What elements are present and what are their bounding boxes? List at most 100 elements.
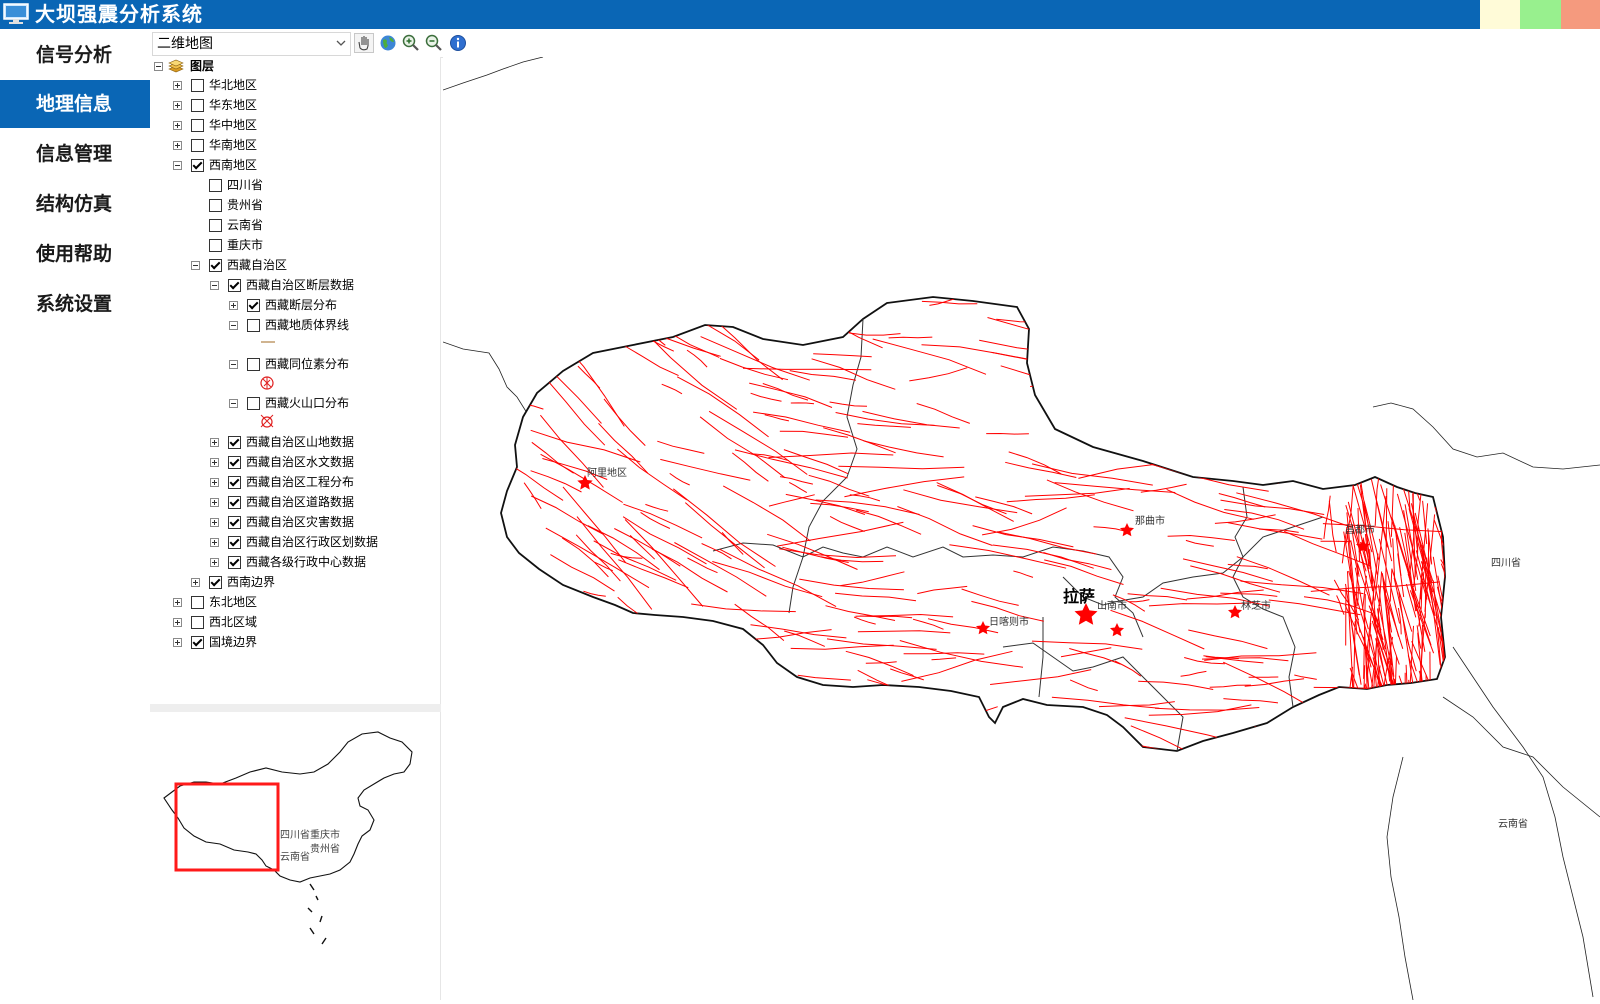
expand-icon[interactable] xyxy=(173,618,182,627)
layer-checkbox[interactable] xyxy=(191,159,204,172)
nav-signal-analysis[interactable]: 信号分析 xyxy=(0,31,150,79)
expand-icon[interactable] xyxy=(191,578,200,587)
fault-line xyxy=(1186,318,1288,350)
layer-checkbox[interactable] xyxy=(228,456,241,469)
fault-line xyxy=(1252,415,1357,419)
layer-checkbox[interactable] xyxy=(228,436,241,449)
fault-line xyxy=(1211,322,1279,363)
layer-checkbox[interactable] xyxy=(247,299,260,312)
fault-line xyxy=(1434,306,1446,363)
layers-icon xyxy=(168,59,184,73)
window-swatch-green[interactable] xyxy=(1520,0,1561,29)
collapse-icon[interactable] xyxy=(229,360,238,369)
layer-checkbox[interactable] xyxy=(191,139,204,152)
expand-icon[interactable] xyxy=(210,518,219,527)
overview-map[interactable]: 四川省重庆市 贵州省 云南省 xyxy=(150,712,441,1000)
expand-icon[interactable] xyxy=(173,598,182,607)
fault-line xyxy=(1444,321,1447,348)
layer-checkbox[interactable] xyxy=(228,476,241,489)
layer-checkbox[interactable] xyxy=(228,536,241,549)
fault-line xyxy=(1162,433,1270,440)
info-icon[interactable] xyxy=(448,33,468,53)
layer-checkbox[interactable] xyxy=(209,199,222,212)
expand-icon[interactable] xyxy=(210,458,219,467)
fault-line xyxy=(1364,689,1373,740)
fault-line xyxy=(514,645,603,683)
layer-checkbox[interactable] xyxy=(247,319,260,332)
map-mode-select[interactable]: 二维地图 xyxy=(152,32,351,56)
window-swatch-orange[interactable] xyxy=(1561,0,1600,29)
fault-line xyxy=(1308,740,1361,755)
layer-checkbox[interactable] xyxy=(247,397,260,410)
expand-icon[interactable] xyxy=(210,498,219,507)
layer-checkbox[interactable] xyxy=(247,358,260,371)
expand-icon[interactable] xyxy=(229,301,238,310)
nav-structure-simulation[interactable]: 结构仿真 xyxy=(0,180,150,228)
fault-line xyxy=(579,714,636,741)
layer-checkbox[interactable] xyxy=(209,179,222,192)
layer-label: 西藏自治区灾害数据 xyxy=(246,513,354,532)
layer-checkbox[interactable] xyxy=(228,556,241,569)
fault-line xyxy=(1409,680,1415,767)
layer-checkbox[interactable] xyxy=(191,119,204,132)
fault-line xyxy=(1257,472,1351,479)
zoom-in-icon[interactable] xyxy=(401,33,421,53)
nav-geo-info[interactable]: 地理信息 xyxy=(0,80,150,128)
fault-line xyxy=(1033,334,1064,335)
fault-line xyxy=(1197,372,1289,394)
isotope-symbol-icon xyxy=(259,375,275,391)
collapse-icon[interactable] xyxy=(173,161,182,170)
fault-line xyxy=(995,735,1041,736)
globe-icon[interactable] xyxy=(378,33,398,53)
pan-hand-icon[interactable] xyxy=(354,33,374,53)
layer-checkbox[interactable] xyxy=(228,496,241,509)
layer-checkbox[interactable] xyxy=(191,79,204,92)
fault-line xyxy=(1113,403,1149,415)
layer-checkbox[interactable] xyxy=(209,219,222,232)
expand-icon[interactable] xyxy=(210,538,219,547)
nav-help[interactable]: 使用帮助 xyxy=(0,230,150,278)
nav-settings[interactable]: 系统设置 xyxy=(0,280,150,328)
collapse-icon[interactable] xyxy=(154,62,163,71)
panel-divider[interactable] xyxy=(150,704,441,712)
collapse-icon[interactable] xyxy=(229,399,238,408)
collapse-icon[interactable] xyxy=(229,321,238,330)
window-swatch-yellow[interactable] xyxy=(1480,0,1520,29)
fault-line xyxy=(1421,380,1462,490)
map-label-nyingchi: 林芝市 xyxy=(1241,597,1271,612)
fault-line xyxy=(626,750,699,776)
layer-checkbox[interactable] xyxy=(191,636,204,649)
expand-icon[interactable] xyxy=(173,121,182,130)
layer-checkbox[interactable] xyxy=(209,259,222,272)
layer-checkbox[interactable] xyxy=(209,576,222,589)
fault-line xyxy=(1320,409,1413,415)
collapse-icon[interactable] xyxy=(210,281,219,290)
layer-checkbox[interactable] xyxy=(228,516,241,529)
map-canvas[interactable] xyxy=(443,57,1600,1000)
layer-checkbox[interactable] xyxy=(191,596,204,609)
fault-line xyxy=(1343,328,1382,447)
layer-label: 西藏自治区行政区划数据 xyxy=(246,533,378,552)
nav-info-management[interactable]: 信息管理 xyxy=(0,130,150,178)
main-map-view[interactable]: 阿里地区 那曲市 昌都市 拉萨 山南市 日喀则市 林芝市 四川省 云南省 xyxy=(443,57,1600,1000)
fault-line xyxy=(1399,676,1420,766)
expand-icon[interactable] xyxy=(210,478,219,487)
expand-icon[interactable] xyxy=(173,101,182,110)
expand-icon[interactable] xyxy=(173,638,182,647)
east-boundary xyxy=(1373,403,1600,469)
fault-line xyxy=(1403,693,1427,771)
zoom-out-icon[interactable] xyxy=(424,33,444,53)
layer-checkbox[interactable] xyxy=(228,279,241,292)
layer-checkbox[interactable] xyxy=(191,99,204,112)
expand-icon[interactable] xyxy=(173,141,182,150)
fault-line xyxy=(1440,704,1464,783)
expand-icon[interactable] xyxy=(210,438,219,447)
layer-checkbox[interactable] xyxy=(209,239,222,252)
expand-icon[interactable] xyxy=(210,558,219,567)
fault-line xyxy=(1364,685,1373,773)
fault-line xyxy=(1426,675,1427,725)
expand-icon[interactable] xyxy=(173,81,182,90)
overview-label-yunnan: 云南省 xyxy=(280,848,310,863)
layer-checkbox[interactable] xyxy=(191,616,204,629)
collapse-icon[interactable] xyxy=(191,261,200,270)
